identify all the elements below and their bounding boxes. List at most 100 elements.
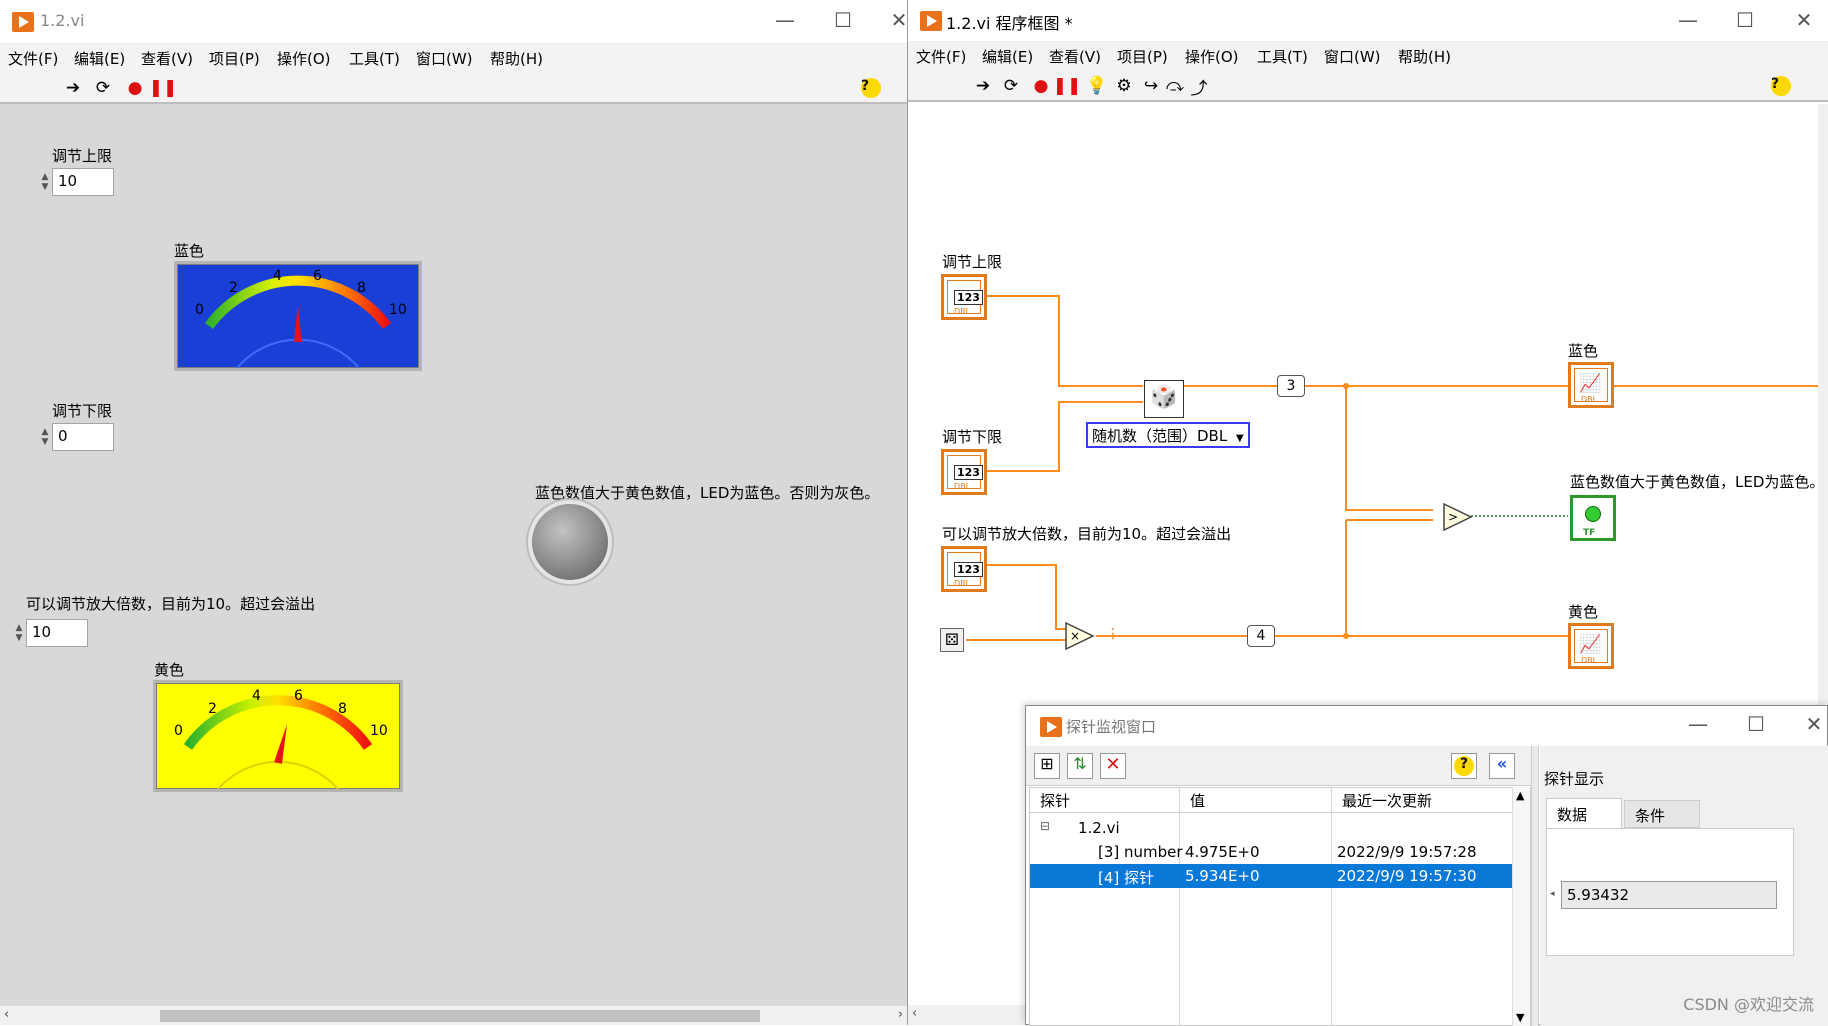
blue-tick-label: 10: [389, 302, 407, 318]
front-panel-toolbar: ➔ ⟳ ● ❚❚ ?: [0, 72, 907, 104]
help-icon[interactable]: ?: [1451, 753, 1477, 779]
increment-decrement-icon[interactable]: ▲▼: [38, 168, 52, 196]
increment-decrement-icon[interactable]: ▲▼: [12, 619, 26, 647]
probe-value-display: 5.93432: [1561, 881, 1777, 909]
abort-icon[interactable]: ●: [124, 77, 146, 99]
scroll-down-icon[interactable]: ▼: [1516, 1011, 1524, 1024]
probe-4-marker[interactable]: 4: [1247, 625, 1275, 647]
scrollbar-thumb[interactable]: [160, 1010, 760, 1022]
lower-limit-input[interactable]: 0: [52, 423, 114, 451]
maximize-icon[interactable]: ☐: [1741, 712, 1771, 736]
yellow-meter-terminal[interactable]: 📈 DBL: [1568, 623, 1614, 669]
probe-window-title: 探针监视窗口: [1066, 716, 1156, 737]
menu-project[interactable]: 项目(P): [209, 48, 260, 69]
yellow-tick-label: 10: [370, 723, 388, 739]
blue-meter: 0 2 4 6 8 10: [174, 261, 422, 371]
column-header-value[interactable]: 值: [1184, 788, 1211, 812]
tree-node-vi[interactable]: ⊟ 1.2.vi: [1030, 816, 1530, 840]
scroll-up-icon[interactable]: ▲: [1516, 789, 1524, 802]
yellow-meter-inner-arc: [218, 762, 338, 789]
column-header-probe[interactable]: 探针: [1034, 788, 1076, 812]
menu-window[interactable]: 窗口(W): [416, 48, 473, 69]
random-range-dropdown[interactable]: 随机数（范围）DBL ▼: [1086, 422, 1250, 448]
column-header-last-update[interactable]: 最近一次更新: [1336, 788, 1438, 812]
blue-meter-needle: [294, 304, 302, 342]
menu-help[interactable]: 帮助(H): [490, 48, 543, 69]
upper-limit-terminal[interactable]: 123 DBL: [941, 274, 987, 320]
tab-conditions[interactable]: 条件: [1624, 800, 1700, 828]
close-icon[interactable]: ✕: [884, 8, 908, 32]
led-terminal[interactable]: TF: [1570, 495, 1616, 541]
probe-time: 2022/9/9 19:57:30: [1337, 867, 1477, 885]
multiplier-input[interactable]: 10: [26, 619, 88, 647]
multiplier-terminal-label: 可以调节放大倍数，目前为10。超过会溢出: [942, 523, 1231, 544]
table-row[interactable]: [3] number 4.975E+0 2022/9/9 19:57:28: [1030, 840, 1530, 864]
terminal-type-label: DBL: [1581, 395, 1597, 404]
table-row-selected[interactable]: [4] 探针 5.934E+0 2022/9/9 19:57:30: [1030, 864, 1530, 888]
upper-limit-control[interactable]: ▲▼ 10: [38, 167, 114, 197]
upper-limit-label: 调节上限: [52, 145, 112, 166]
compare-x-wire[interactable]: [1346, 386, 1433, 510]
blue-tick-label: 8: [357, 280, 366, 296]
multiplier-terminal[interactable]: 123 DBL: [941, 546, 987, 592]
front-panel-h-scrollbar[interactable]: ‹ ›: [0, 1005, 907, 1025]
delete-probe-icon[interactable]: ✕: [1100, 753, 1126, 779]
lower-limit-terminal[interactable]: 123 DBL: [941, 449, 987, 495]
menu-file[interactable]: 文件(F): [8, 48, 58, 69]
scroll-left-icon[interactable]: ‹: [912, 1006, 917, 1021]
lower-limit-control[interactable]: ▲▼ 0: [38, 422, 114, 452]
comparison-led[interactable]: [532, 504, 608, 580]
scroll-right-icon[interactable]: ›: [898, 1007, 903, 1022]
blue-meter-inner-arc: [237, 340, 359, 368]
blue-tick-label: 0: [195, 302, 204, 318]
close-icon[interactable]: ✕: [1799, 712, 1828, 736]
run-arrow-icon[interactable]: ➔: [62, 77, 84, 99]
menu-view[interactable]: 查看(V): [141, 48, 193, 69]
probe-table-v-scrollbar[interactable]: ▲ ▼: [1512, 787, 1530, 1026]
blue-meter-dial: 0 2 4 6 8 10: [177, 264, 419, 368]
upper-limit-input[interactable]: 10: [52, 168, 114, 196]
probe-3-marker[interactable]: 3: [1277, 375, 1305, 397]
probe-titlebar: 探针监视窗口 — ☐ ✕: [1026, 706, 1827, 746]
multiplier-control[interactable]: ▲▼ 10: [12, 618, 88, 648]
panel-splitter[interactable]: [1531, 746, 1539, 1026]
collapse-tree-icon[interactable]: ⊟: [1040, 819, 1050, 833]
help-icon[interactable]: ?: [860, 77, 882, 99]
tab-data[interactable]: 数据: [1546, 798, 1622, 828]
led-icon: [1585, 506, 1601, 522]
probe-value: 4.975E+0: [1185, 843, 1260, 861]
new-probe-icon[interactable]: ⊞: [1034, 753, 1060, 779]
terminal-type-label: DBL: [954, 482, 970, 491]
block-diagram-h-scrollbar[interactable]: ‹: [908, 1005, 1028, 1025]
scroll-left-icon[interactable]: ‹: [4, 1007, 9, 1022]
blue-meter-terminal[interactable]: 📈 DBL: [1568, 362, 1614, 408]
collapse-panel-icon[interactable]: «: [1489, 753, 1515, 779]
open-probe-icon[interactable]: ⇅: [1067, 753, 1093, 779]
increment-decrement-icon[interactable]: ▲▼: [38, 423, 52, 451]
menu-tools[interactable]: 工具(T): [349, 48, 400, 69]
maximize-icon[interactable]: ☐: [828, 8, 858, 32]
terminal-numeric-icon: 123: [954, 562, 983, 577]
menu-operate[interactable]: 操作(O): [277, 48, 331, 69]
multiply-function-icon[interactable]: ×: [1065, 622, 1095, 650]
probe-time: 2022/9/9 19:57:28: [1337, 843, 1477, 861]
greater-than-function-icon[interactable]: >: [1443, 503, 1473, 531]
yellow-tick-label: 6: [294, 688, 303, 704]
random-dice-icon[interactable]: ⚄: [940, 628, 964, 652]
wire-junction: [1343, 633, 1349, 639]
pause-icon[interactable]: ❚❚: [152, 77, 174, 99]
meter-icon: 📈: [1579, 373, 1601, 394]
svg-text:×: ×: [1070, 629, 1080, 643]
blue-tick-label: 2: [229, 280, 238, 296]
menu-edit[interactable]: 编辑(E): [74, 48, 125, 69]
svg-text:>: >: [1448, 510, 1458, 524]
minimize-icon[interactable]: —: [770, 8, 800, 32]
run-continuously-icon[interactable]: ⟳: [92, 77, 114, 99]
minimize-icon[interactable]: —: [1683, 712, 1713, 736]
upper-limit-terminal-label: 调节上限: [942, 251, 1002, 272]
random-range-vi-icon[interactable]: 🎲: [1144, 380, 1184, 418]
terminal-numeric-icon: 123: [954, 290, 983, 305]
yellow-meter: 0 2 4 6 8 10: [153, 680, 403, 792]
upper-wire[interactable]: [966, 296, 1143, 386]
front-panel-title: 1.2.vi: [40, 11, 84, 30]
